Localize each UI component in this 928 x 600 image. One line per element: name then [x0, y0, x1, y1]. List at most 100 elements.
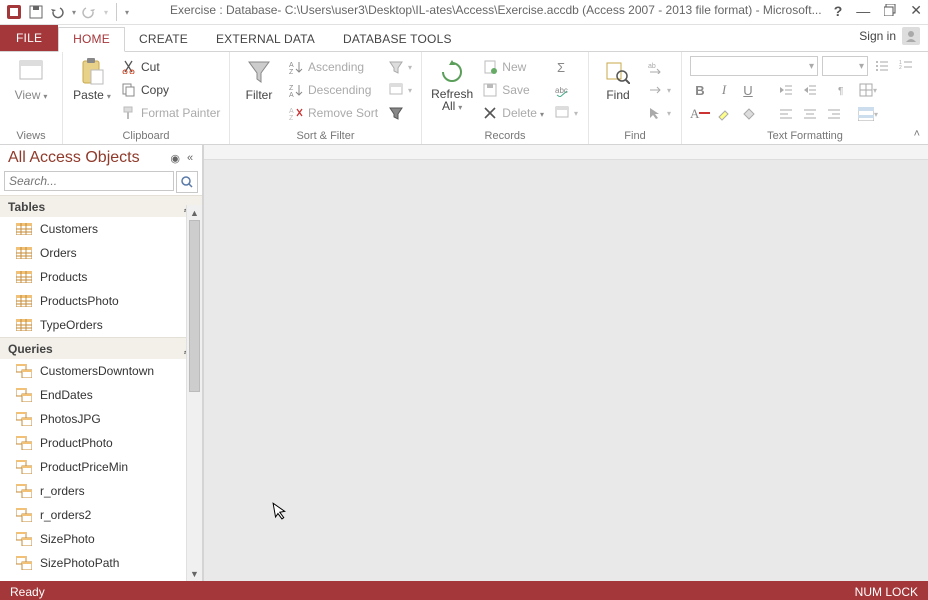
query-item[interactable]: r_orders2	[0, 503, 202, 527]
tab-external-data[interactable]: EXTERNAL DATA	[202, 28, 329, 51]
font-color-button[interactable]: A	[690, 104, 710, 124]
section-tables[interactable]: Tables ︽	[0, 195, 202, 217]
help-icon[interactable]: ?	[834, 3, 843, 19]
query-icon	[16, 388, 32, 402]
font-size-combo[interactable]: ▾	[822, 56, 868, 76]
replace-icon: ab	[647, 59, 663, 75]
highlight-button[interactable]	[714, 104, 734, 124]
goto-button[interactable]: ▾	[645, 79, 673, 101]
query-icon	[16, 460, 32, 474]
format-painter-button[interactable]: Format Painter	[119, 102, 222, 124]
replace-button[interactable]: ab	[645, 56, 673, 78]
increase-indent-icon[interactable]	[800, 80, 820, 100]
font-combo[interactable]: ▾	[690, 56, 818, 76]
paste-button[interactable]: Paste	[71, 56, 113, 104]
nav-header[interactable]: All Access Objects ◉ «	[0, 145, 202, 169]
save-button[interactable]: Save	[480, 79, 546, 101]
query-item[interactable]: SizePhotoPath	[0, 551, 202, 575]
search-input[interactable]	[4, 171, 174, 191]
sign-in-label: Sign in	[859, 29, 896, 43]
bullets-icon[interactable]	[872, 56, 892, 76]
tab-create[interactable]: CREATE	[125, 28, 202, 51]
customize-qat-icon[interactable]: ▾	[125, 8, 129, 17]
new-button[interactable]: New	[480, 56, 546, 78]
copy-button[interactable]: Copy	[119, 79, 222, 101]
undo-icon[interactable]	[50, 4, 66, 20]
search-button[interactable]	[176, 171, 198, 193]
italic-button[interactable]: I	[714, 80, 734, 100]
scroll-up-icon[interactable]: ▲	[187, 205, 202, 220]
query-item[interactable]: PhotosJPG	[0, 407, 202, 431]
restore-icon[interactable]	[884, 3, 896, 19]
totals-button[interactable]: Σ	[552, 56, 580, 78]
remove-sort-icon: AZ	[288, 105, 304, 121]
redo-icon[interactable]	[82, 4, 98, 20]
bold-button[interactable]: B	[690, 80, 710, 100]
query-item[interactable]: EndDates	[0, 383, 202, 407]
numbering-icon[interactable]: 12	[896, 56, 916, 76]
query-item[interactable]: CustomersDowntown	[0, 359, 202, 383]
align-left-icon[interactable]	[776, 104, 796, 124]
nav-menu-icon[interactable]: ◉	[170, 152, 180, 165]
descending-button[interactable]: ZA Descending	[286, 79, 380, 101]
table-item[interactable]: TypeOrders	[0, 313, 202, 337]
select-button[interactable]: ▾	[645, 102, 673, 124]
advanced-filter-button[interactable]: ▾	[386, 79, 414, 101]
table-item[interactable]: Customers	[0, 217, 202, 241]
decrease-indent-icon[interactable]	[776, 80, 796, 100]
save-icon[interactable]	[28, 4, 44, 20]
query-item[interactable]: ProductPhoto	[0, 431, 202, 455]
table-item[interactable]: Products	[0, 265, 202, 289]
cut-button[interactable]: Cut	[119, 56, 222, 78]
redo-dropdown-icon[interactable]: ▾	[104, 8, 108, 17]
align-right-icon[interactable]	[824, 104, 844, 124]
scroll-down-icon[interactable]: ▼	[187, 566, 202, 581]
gridlines-icon[interactable]: ▾	[858, 80, 878, 100]
tab-home[interactable]: HOME	[58, 27, 125, 52]
section-queries[interactable]: Queries ︽	[0, 337, 202, 359]
table-item[interactable]: Orders	[0, 241, 202, 265]
tab-database-tools[interactable]: DATABASE TOOLS	[329, 28, 466, 51]
align-center-icon[interactable]	[800, 104, 820, 124]
toggle-filter-button[interactable]	[386, 102, 414, 124]
nav-shutter-icon[interactable]: «	[184, 152, 196, 164]
selection-filter-button[interactable]: ▾	[386, 56, 414, 78]
close-icon[interactable]: ✕	[910, 2, 922, 19]
text-direction-icon[interactable]: ¶	[834, 80, 854, 100]
view-button[interactable]: View	[10, 56, 52, 104]
spelling-button[interactable]: abc	[552, 79, 580, 101]
find-button[interactable]: Find	[597, 56, 639, 104]
delete-icon	[482, 105, 498, 121]
underline-button[interactable]: U	[738, 80, 758, 100]
collapse-ribbon-icon[interactable]: ˄	[914, 128, 920, 140]
tab-file[interactable]: FILE	[0, 25, 58, 51]
group-clipboard-label: Clipboard	[71, 130, 221, 144]
more-button[interactable]: ▾	[552, 102, 580, 124]
minimize-icon[interactable]: —	[856, 3, 870, 19]
query-item[interactable]: r_orders	[0, 479, 202, 503]
query-item[interactable]: SizePhoto	[0, 527, 202, 551]
remove-sort-button[interactable]: AZ Remove Sort	[286, 102, 380, 124]
alternate-row-icon[interactable]: ▾	[858, 104, 878, 124]
undo-dropdown-icon[interactable]: ▾	[72, 8, 76, 17]
delete-button[interactable]: Delete	[480, 102, 546, 124]
nav-scrollbar[interactable]: ▲ ▼	[186, 205, 202, 581]
save-rec-icon	[482, 82, 498, 98]
refresh-all-button[interactable]: Refresh All	[430, 56, 474, 116]
sort-asc-icon: AZ	[288, 59, 304, 75]
query-item-label: CustomersDowntown	[40, 364, 154, 378]
title-bar: ▾ ▾ ▾ Exercise : Database- C:\Users\user…	[0, 0, 928, 25]
scroll-thumb[interactable]	[189, 220, 200, 392]
cut-label: Cut	[141, 60, 160, 74]
svg-text:Z: Z	[289, 115, 294, 120]
query-item-label: ProductPhoto	[40, 436, 113, 450]
navigation-pane: All Access Objects ◉ « Tables ︽ Customer…	[0, 145, 203, 581]
table-item[interactable]: ProductsPhoto	[0, 289, 202, 313]
sign-in[interactable]: Sign in	[859, 27, 920, 45]
fill-color-button[interactable]	[738, 104, 758, 124]
ascending-button[interactable]: AZ Ascending	[286, 56, 380, 78]
new-icon	[482, 59, 498, 75]
query-item[interactable]: ProductPriceMin	[0, 455, 202, 479]
window-title: Exercise : Database- C:\Users\user3\Desk…	[170, 3, 822, 17]
filter-button[interactable]: Filter	[238, 56, 280, 104]
